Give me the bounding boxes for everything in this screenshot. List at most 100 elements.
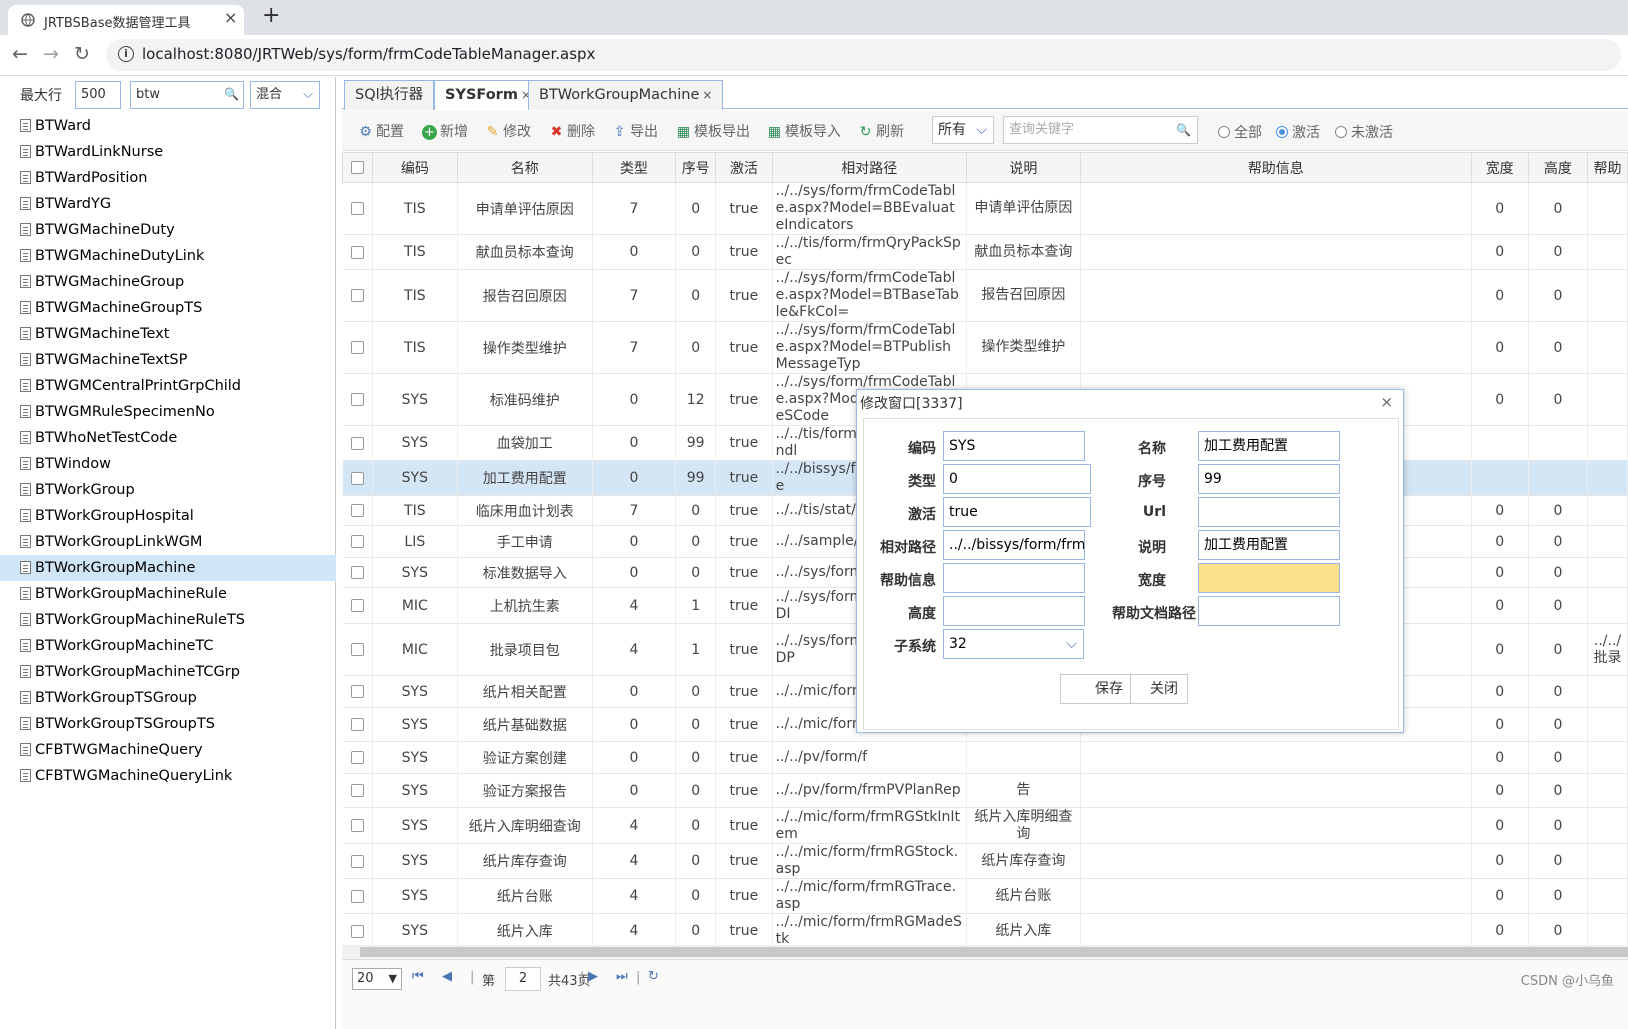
row-checkbox[interactable] — [350, 566, 364, 579]
tree-item[interactable]: BTWGMachineDuty — [0, 217, 336, 243]
close-icon[interactable]: × — [1380, 393, 1393, 411]
config-button[interactable]: ⚙ 配置 — [358, 121, 404, 141]
refresh-button[interactable]: ↻ 刷新 — [858, 121, 904, 141]
radio-all[interactable]: 全部 — [1218, 122, 1262, 142]
tree-item[interactable]: BTWorkGroupMachine — [0, 555, 336, 581]
column-header[interactable]: 帮助 — [1587, 152, 1628, 183]
row-checkbox[interactable] — [350, 854, 364, 868]
column-header[interactable]: 序号 — [675, 152, 717, 183]
url-field[interactable] — [1198, 497, 1340, 527]
row-select-cell[interactable] — [342, 495, 373, 526]
table-row[interactable]: SYS 纸片入库明细查询 4 0 true ../../mic/form/frmRGStk… — [342, 807, 1628, 844]
row-checkbox[interactable] — [350, 245, 364, 259]
info-icon[interactable]: i — [118, 46, 134, 62]
close-button[interactable]: 关闭 — [1130, 674, 1188, 704]
new-tab-icon[interactable]: + — [262, 3, 280, 28]
tab-sql-executor[interactable]: SQl执行器 — [344, 80, 435, 110]
column-header[interactable]: 名称 — [456, 152, 593, 183]
tree-item[interactable]: BTWGMachineDutyLink — [0, 243, 336, 269]
column-header[interactable]: 编码 — [371, 152, 458, 183]
name-field[interactable]: 加工费用配置 — [1198, 431, 1340, 461]
tree-item[interactable]: BTWorkGroupMachineTC — [0, 633, 336, 659]
tree-item[interactable]: BTWGMachineTextSP — [0, 347, 336, 373]
template-import-button[interactable]: ▦ 模板导入 — [767, 121, 841, 141]
row-checkbox[interactable] — [350, 202, 364, 215]
next-page-icon[interactable]: ▶ — [588, 969, 598, 984]
tab-sysform[interactable]: SYSForm × — [434, 80, 542, 110]
radio-active[interactable]: 激活 — [1276, 122, 1320, 142]
tree-item[interactable]: BTWorkGroupTSGroupTS — [0, 711, 336, 737]
subsys-select[interactable]: 32 ⌵ — [943, 629, 1084, 659]
tree-item[interactable]: BTWardPosition — [0, 165, 336, 191]
table-row[interactable]: SYS 验证方案报告 0 0 true ../../pv/form/frmPVPlanRe… — [342, 773, 1628, 808]
table-row[interactable]: TIS 报告召回原因 7 0 true ../../sys/form/frmCodeTab… — [342, 269, 1628, 322]
column-header[interactable]: 说明 — [965, 152, 1082, 183]
tree-item[interactable]: BTWGMCentralPrintGrpChild — [0, 373, 336, 399]
row-select-cell[interactable] — [342, 707, 373, 742]
table-row[interactable]: SYS 纸片库存查询 4 0 true ../../mic/form/frmRGStock… — [342, 843, 1628, 879]
tree-item[interactable]: BTWGMRuleSpecimenNo — [0, 399, 336, 425]
row-select-cell[interactable] — [342, 913, 373, 949]
helpdoc-field[interactable] — [1198, 596, 1340, 626]
row-select-cell[interactable] — [342, 557, 373, 588]
save-button[interactable]: 保存 — [1060, 674, 1133, 704]
tree-item[interactable]: BTWorkGroupTSGroup — [0, 685, 336, 711]
forward-icon[interactable]: → — [43, 43, 59, 65]
back-icon[interactable]: ← — [12, 43, 28, 65]
table-row[interactable]: SYS 验证方案创建 0 0 true ../../pv/form/f 0 0 — [342, 741, 1628, 774]
tree-item[interactable]: BTWorkGroupMachineRuleTS — [0, 607, 336, 633]
first-page-icon[interactable]: ⏮ — [412, 969, 424, 984]
tree-item[interactable]: BTWorkGroup — [0, 477, 336, 503]
template-export-button[interactable]: ▦ 模板导出 — [676, 121, 750, 141]
tree-item[interactable]: BTWorkGroupMachineTCGrp — [0, 659, 336, 685]
add-button[interactable]: + 新增 — [422, 121, 468, 141]
tree-item[interactable]: BTWard — [0, 113, 336, 139]
row-select-cell[interactable] — [342, 182, 373, 235]
table-row[interactable]: TIS 操作类型维护 7 0 true ../../sys/form/frmCodeTab… — [342, 321, 1628, 374]
row-select-cell[interactable] — [342, 321, 373, 374]
row-select-cell[interactable] — [342, 843, 373, 879]
row-checkbox[interactable] — [350, 751, 364, 764]
column-header[interactable]: 帮助信息 — [1080, 152, 1472, 183]
help-field[interactable] — [943, 563, 1085, 593]
row-select-cell[interactable] — [342, 234, 373, 270]
row-checkbox[interactable] — [350, 819, 364, 832]
row-checkbox[interactable] — [350, 784, 364, 797]
tree-item[interactable]: BTWardYG — [0, 191, 336, 217]
tree-item[interactable]: BTWorkGroupMachineRule — [0, 581, 336, 607]
tree-item[interactable]: BTWindow — [0, 451, 336, 477]
close-icon[interactable]: × — [702, 88, 712, 102]
row-checkbox[interactable] — [350, 341, 364, 354]
table-row[interactable]: SYS 纸片入库 4 0 true ../../mic/form/frmRGMadeStk… — [342, 913, 1628, 949]
tree-item[interactable]: BTWhoNetTestCode — [0, 425, 336, 451]
search-icon[interactable]: 🔍 — [1176, 123, 1191, 137]
tree-item[interactable]: BTWardLinkNurse — [0, 139, 336, 165]
height-field[interactable] — [943, 596, 1085, 626]
tree-item[interactable]: CFBTWGMachineQuery — [0, 737, 336, 763]
type-field[interactable]: 0 — [943, 464, 1091, 494]
last-page-icon[interactable]: ⏭ — [616, 969, 628, 984]
tree-item[interactable]: BTWGMachineText — [0, 321, 336, 347]
tab-btworkgroupmachine[interactable]: BTWorkGroupMachine × — [528, 80, 724, 110]
delete-button[interactable]: ✖ 删除 — [549, 121, 595, 141]
row-checkbox[interactable] — [350, 924, 364, 938]
url-field[interactable]: i localhost:8080/JRTWeb/sys/form/frmCode… — [106, 39, 1621, 71]
row-checkbox[interactable] — [350, 504, 364, 517]
select-all-header[interactable] — [342, 152, 373, 183]
row-select-cell[interactable] — [342, 675, 373, 708]
row-select-cell[interactable] — [342, 807, 373, 844]
tree-item[interactable]: CFBTWGMachineQueryLink — [0, 763, 336, 789]
maxrow-input[interactable]: 500 — [75, 81, 121, 109]
row-checkbox[interactable] — [350, 643, 364, 656]
seq-field[interactable]: 99 — [1198, 464, 1340, 494]
close-tab-icon[interactable]: × — [224, 8, 237, 27]
refresh-icon[interactable]: ↻ — [648, 969, 659, 984]
row-checkbox[interactable] — [350, 718, 364, 731]
row-select-cell[interactable] — [342, 460, 373, 496]
row-select-cell[interactable] — [342, 373, 373, 426]
tree-item[interactable]: BTWGMachineGroupTS — [0, 295, 336, 321]
select-all-checkbox[interactable] — [350, 161, 364, 174]
column-header[interactable]: 激活 — [715, 152, 773, 183]
horizontal-scrollbar[interactable] — [342, 945, 1628, 959]
column-header[interactable]: 类型 — [591, 152, 677, 183]
